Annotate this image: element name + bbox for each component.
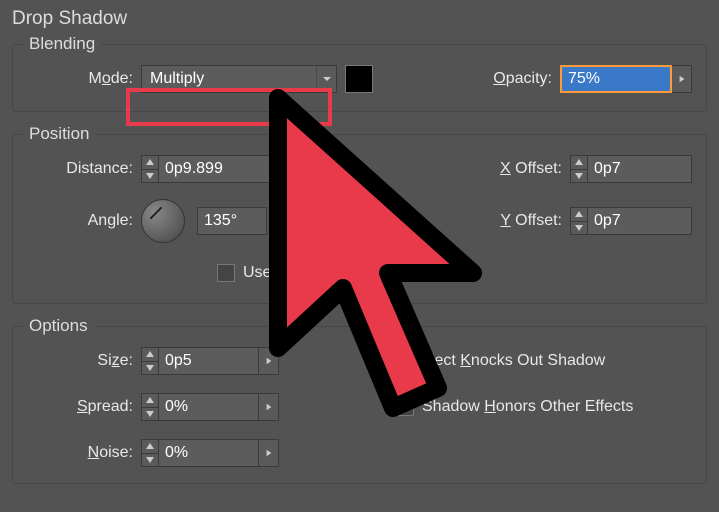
xoffset-value[interactable]: 0p7 [588, 155, 692, 183]
mode-value: Multiply [142, 70, 316, 88]
position-legend: Position [23, 124, 95, 144]
spread-arrow-icon[interactable] [259, 393, 279, 421]
honors-label: Shadow Honors Other Effects [422, 398, 692, 416]
opacity-field[interactable]: 75% [560, 65, 692, 93]
yoffset-value[interactable]: 0p7 [588, 207, 692, 235]
panel-title: Drop Shadow [12, 8, 707, 30]
opacity-arrow-icon[interactable] [672, 65, 692, 93]
xoffset-spinner[interactable] [570, 155, 588, 183]
xoffset-label: X Offset: [500, 160, 562, 178]
dropdown-arrow-icon [316, 66, 336, 92]
yoffset-field[interactable]: 0p7 [570, 207, 692, 235]
angle-value[interactable]: 135° [197, 207, 267, 235]
position-group: Position Distance: 0p9.899 X Offset: 0p7… [12, 134, 707, 304]
knockout-label: bject Knocks Out Shadow [422, 352, 692, 370]
options-legend: Options [23, 316, 94, 336]
drop-shadow-panel: Drop Shadow Blending Mode: Multiply Opac… [0, 0, 719, 492]
blending-group: Blending Mode: Multiply Opacity: 75% [12, 44, 707, 112]
options-group: Options Size: 0p5 bject Knocks Out Shado… [12, 326, 707, 484]
size-label: Size: [27, 352, 133, 370]
yoffset-spinner[interactable] [570, 207, 588, 235]
distance-spinner[interactable] [141, 155, 159, 183]
color-swatch[interactable] [345, 65, 373, 93]
xoffset-field[interactable]: 0p7 [570, 155, 692, 183]
noise-field[interactable]: 0% [141, 439, 279, 467]
use-global-checkbox[interactable] [217, 264, 235, 282]
size-value[interactable]: 0p5 [159, 347, 259, 375]
opacity-value[interactable]: 75% [560, 65, 672, 93]
angle-label: Angle: [27, 212, 133, 230]
blending-legend: Blending [23, 34, 101, 54]
distance-label: Distance: [27, 160, 133, 178]
size-arrow-icon[interactable] [259, 347, 279, 375]
noise-arrow-icon[interactable] [259, 439, 279, 467]
distance-value[interactable]: 0p9.899 [159, 155, 279, 183]
honors-checkbox[interactable] [396, 398, 414, 416]
noise-spinner[interactable] [141, 439, 159, 467]
distance-field[interactable]: 0p9.899 [141, 155, 279, 183]
mode-label: Mode: [27, 70, 133, 88]
spread-field[interactable]: 0% [141, 393, 279, 421]
mode-dropdown[interactable]: Multiply [141, 65, 337, 93]
spread-spinner[interactable] [141, 393, 159, 421]
noise-label: Noise: [27, 444, 133, 462]
angle-dial[interactable] [141, 199, 185, 243]
yoffset-label: Y Offset: [500, 212, 562, 230]
opacity-label: Opacity: [493, 70, 552, 88]
spread-value[interactable]: 0% [159, 393, 259, 421]
size-spinner[interactable] [141, 347, 159, 375]
size-field[interactable]: 0p5 [141, 347, 279, 375]
spread-label: Spread: [27, 398, 133, 416]
use-global-label: Use [243, 264, 271, 282]
noise-value[interactable]: 0% [159, 439, 259, 467]
